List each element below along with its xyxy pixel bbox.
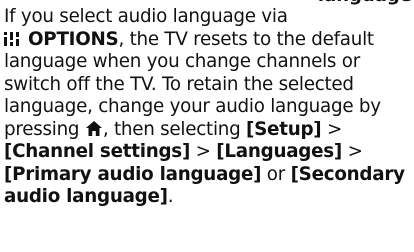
text-run: switch off the TV. To retain the selecte… [4,73,354,95]
line-8: [Primary audio language] or [Secondary [4,164,412,187]
text-run: > [342,141,363,162]
line-4: switch off the TV. To retain the selecte… [4,74,412,97]
channel-settings-menu-ref: [Channel settings] [4,141,191,162]
text-run: . [167,186,174,207]
text-run: language, change your audio language by [4,96,381,117]
secondary-audio-language-ref-part1: [Secondary [290,163,405,185]
line-7: [Channel settings] > [Languages] > [4,141,412,164]
manual-page: language If you select audio language vi… [0,0,414,252]
home-icon [85,120,102,136]
options-icon [4,31,19,46]
audio-language-paragraph: If you select audio language via OPTIONS… [4,6,412,209]
primary-audio-language-ref: [Primary audio language] [4,163,262,185]
text-run: > [321,118,343,140]
text-run: language when you change channels or [4,51,360,72]
text-run: If you select audio language via [4,6,288,27]
text-run: , then selecting [102,118,247,140]
line-1: If you select audio language via [4,6,412,29]
text-run: pressing [4,118,85,140]
languages-menu-ref: [Languages] [216,141,343,162]
line-9: audio language]. [4,186,412,209]
text-run: , the TV resets to the default [118,28,374,50]
line-6: pressing , then selecting [Setup] > [4,119,412,142]
text-run: > [190,141,217,162]
options-label: OPTIONS [28,28,119,50]
text-run: or [261,163,291,185]
line-5: language, change your audio language by [4,96,412,119]
line-2: OPTIONS, the TV resets to the default [4,29,412,52]
setup-menu-ref: [Setup] [246,118,322,140]
line-3: language when you change channels or [4,51,412,74]
secondary-audio-language-ref-part2: audio language] [4,186,168,207]
